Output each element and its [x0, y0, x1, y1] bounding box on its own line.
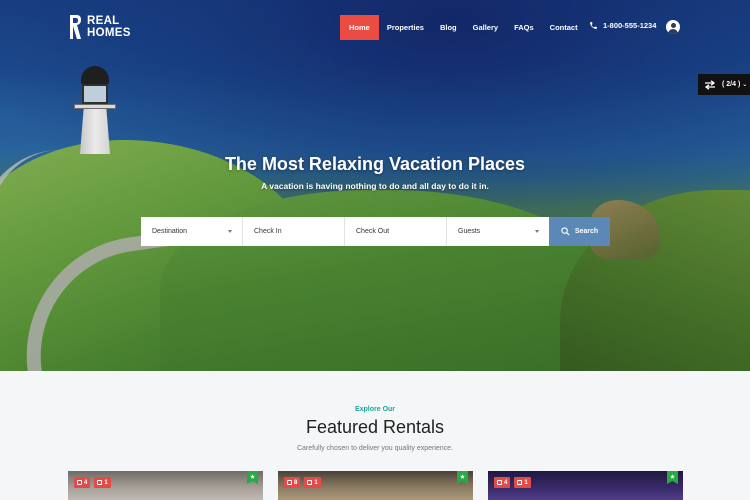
bathrooms-badge: 1	[304, 477, 321, 488]
search-form: Destination Check In Check Out Guests Se…	[141, 217, 610, 246]
site-logo[interactable]: REAL HOMES	[68, 14, 131, 40]
rental-card[interactable]: 4 1	[488, 471, 683, 500]
bed-icon	[77, 480, 82, 485]
section-eyebrow: Explore Our	[354, 406, 396, 413]
bedrooms-badge: 8	[284, 477, 301, 488]
caret-down-icon	[228, 230, 232, 233]
check-in-label: Check In	[254, 228, 282, 235]
bath-icon	[307, 480, 313, 485]
check-out-label: Check Out	[356, 228, 390, 235]
caret-down-icon	[535, 230, 539, 233]
search-icon	[561, 227, 570, 236]
nav-blog[interactable]: Blog	[432, 15, 465, 40]
swap-arrows-icon	[704, 79, 716, 90]
bed-icon	[497, 480, 502, 485]
rental-card[interactable]: 4 1	[68, 471, 263, 500]
featured-star-icon	[667, 471, 678, 484]
logo-icon	[70, 15, 81, 39]
featured-star-icon	[247, 471, 258, 484]
rental-card[interactable]: 8 1	[278, 471, 473, 500]
chevron-down-icon: ⌄	[742, 82, 748, 88]
check-out-field[interactable]: Check Out	[345, 217, 447, 246]
section-title: Featured Rentals	[305, 417, 445, 437]
check-in-field[interactable]: Check In	[243, 217, 345, 246]
hero-subtitle: A vacation is having nothing to do and a…	[261, 181, 489, 191]
demo-switcher[interactable]: ( 2/4 ) ⌄	[698, 74, 750, 95]
destination-label: Destination	[152, 228, 188, 235]
bedrooms-badge: 4	[74, 477, 91, 488]
logo-text-line2: HOMES	[87, 27, 131, 39]
phone-link[interactable]: 1-800-555-1234	[589, 21, 656, 30]
bath-icon	[97, 480, 103, 485]
nav-faqs[interactable]: FAQs	[506, 15, 542, 40]
bed-icon	[287, 480, 292, 485]
phone-icon	[590, 22, 597, 29]
nav-home[interactable]: Home	[340, 15, 379, 40]
bathrooms-badge: 1	[514, 477, 531, 488]
bath-icon	[517, 480, 523, 485]
guests-label: Guests	[458, 228, 481, 235]
phone-number: 1-800-555-1234	[603, 21, 657, 30]
featured-star-icon	[457, 471, 468, 484]
search-button-label: Search	[574, 228, 599, 235]
nav-contact[interactable]: Contact	[542, 15, 586, 40]
section-subtitle: Carefully chosen to deliver you quality …	[296, 445, 454, 452]
search-button[interactable]: Search	[549, 217, 610, 246]
logo-text-line1: REAL	[87, 15, 120, 27]
bathrooms-badge: 1	[94, 477, 111, 488]
user-account-icon[interactable]	[666, 20, 680, 34]
guests-select[interactable]: Guests	[447, 217, 549, 246]
destination-select[interactable]: Destination	[141, 217, 243, 246]
main-navigation: Home Properties Blog Gallery FAQs Contac…	[340, 15, 586, 40]
bedrooms-badge: 4	[494, 477, 511, 488]
switcher-label: ( 2/4 )	[722, 81, 741, 88]
hero-title: The Most Relaxing Vacation Places	[224, 154, 526, 174]
nav-properties[interactable]: Properties	[379, 15, 432, 40]
nav-gallery[interactable]: Gallery	[465, 15, 506, 40]
